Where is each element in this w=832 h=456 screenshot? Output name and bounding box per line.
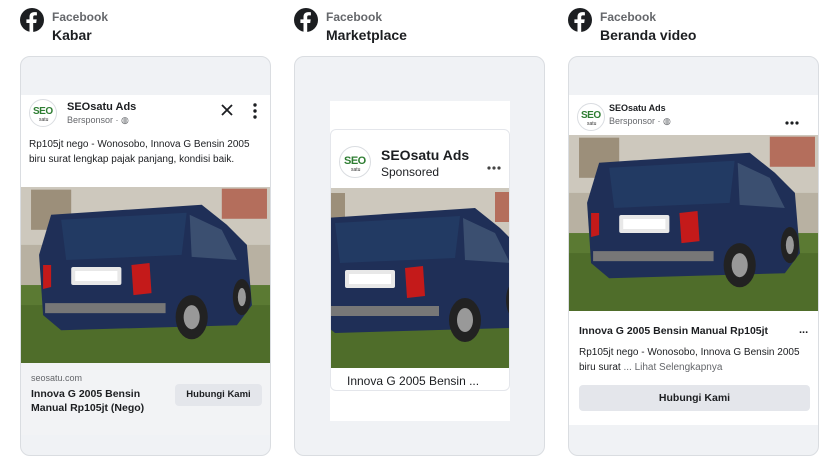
facebook-logo-icon bbox=[294, 8, 318, 32]
sponsored-label: Bersponsor · ◍ bbox=[609, 116, 671, 127]
header-placement: Beranda video bbox=[600, 27, 697, 43]
video-headline: Innova G 2005 Bensin Manual Rp105jt bbox=[579, 325, 769, 337]
link-domain: seosatu.com bbox=[31, 373, 83, 383]
see-more-link[interactable]: ... Lihat Selengkapnya bbox=[623, 362, 722, 373]
video-body: Rp105jt nego - Wonosobo, Innova G Bensin… bbox=[579, 345, 814, 375]
advertiser-avatar[interactable]: SEO satu bbox=[339, 146, 371, 178]
feed-preview-frame: SEO satu SEOsatu Ads Bersponsor · ◍ Rp10… bbox=[20, 56, 271, 456]
car-image[interactable] bbox=[21, 187, 271, 363]
header-placement: Marketplace bbox=[326, 27, 407, 43]
advertiser-avatar[interactable]: SEO satu bbox=[577, 103, 605, 131]
sponsored-text: Bersponsor · bbox=[67, 115, 122, 125]
logo-text: SEO bbox=[33, 106, 53, 117]
marketplace-preview-frame: SEO satu SEOsatu Ads Sponsored Innova G … bbox=[294, 56, 545, 456]
video-thumbnail[interactable] bbox=[569, 135, 819, 311]
column-header-feed: Facebook Kabar bbox=[20, 8, 108, 44]
cta-button[interactable]: Hubungi Kami bbox=[175, 384, 262, 406]
close-icon[interactable] bbox=[219, 102, 235, 118]
globe-icon: ◍ bbox=[663, 116, 671, 126]
video-preview-frame: SEO satu SEOsatu Ads Bersponsor · ◍ Inno… bbox=[568, 56, 819, 456]
link-footer[interactable]: seosatu.com Innova G 2005 Bensin Manual … bbox=[21, 363, 270, 435]
advertiser-name[interactable]: SEOsatu Ads bbox=[67, 101, 136, 113]
advertiser-name[interactable]: SEOsatu Ads bbox=[609, 103, 666, 113]
column-header-video: Facebook Beranda video bbox=[568, 8, 696, 44]
horizontal-dots-icon[interactable] bbox=[486, 158, 502, 176]
feed-ad-card: SEO satu SEOsatu Ads Bersponsor · ◍ Rp10… bbox=[21, 95, 271, 435]
facebook-logo-icon bbox=[20, 8, 44, 32]
facebook-logo-icon bbox=[568, 8, 592, 32]
marketplace-ad-card[interactable]: SEO satu SEOsatu Ads Sponsored Innova G … bbox=[330, 129, 510, 391]
logo-subtext: satu bbox=[351, 167, 361, 173]
horizontal-dots-icon[interactable] bbox=[784, 113, 800, 131]
header-app-name: Facebook bbox=[600, 10, 657, 24]
sponsored-label: Sponsored bbox=[381, 165, 440, 179]
sponsored-text: Bersponsor · bbox=[609, 116, 664, 126]
advertiser-avatar[interactable]: SEO satu bbox=[29, 99, 57, 127]
vertical-dots-icon[interactable] bbox=[252, 102, 258, 120]
sponsored-label: Bersponsor · ◍ bbox=[67, 115, 129, 126]
link-headline: Innova G 2005 Bensin Manual Rp105jt (Neg… bbox=[31, 388, 145, 414]
header-app-name: Facebook bbox=[52, 10, 109, 24]
header-app-name: Facebook bbox=[326, 10, 383, 24]
advertiser-name[interactable]: SEOsatu Ads bbox=[381, 147, 469, 163]
cta-button[interactable]: Hubungi Kami bbox=[579, 385, 810, 411]
car-image[interactable] bbox=[331, 188, 509, 368]
headline-ellipsis: ... bbox=[799, 324, 809, 336]
logo-subtext: satu bbox=[39, 117, 49, 123]
logo-text: SEO bbox=[344, 155, 366, 167]
header-placement: Kabar bbox=[52, 27, 92, 43]
post-body: Rp105jt nego - Wonosobo, Innova G Bensin… bbox=[29, 139, 250, 165]
logo-subtext: satu bbox=[587, 121, 597, 127]
logo-text: SEO bbox=[581, 110, 601, 121]
listing-title[interactable]: Innova G 2005 Bensin ... bbox=[347, 374, 479, 388]
video-ad-card: SEO satu SEOsatu Ads Bersponsor · ◍ Inno… bbox=[569, 95, 819, 425]
column-header-marketplace: Facebook Marketplace bbox=[294, 8, 407, 44]
globe-icon: ◍ bbox=[121, 115, 129, 125]
